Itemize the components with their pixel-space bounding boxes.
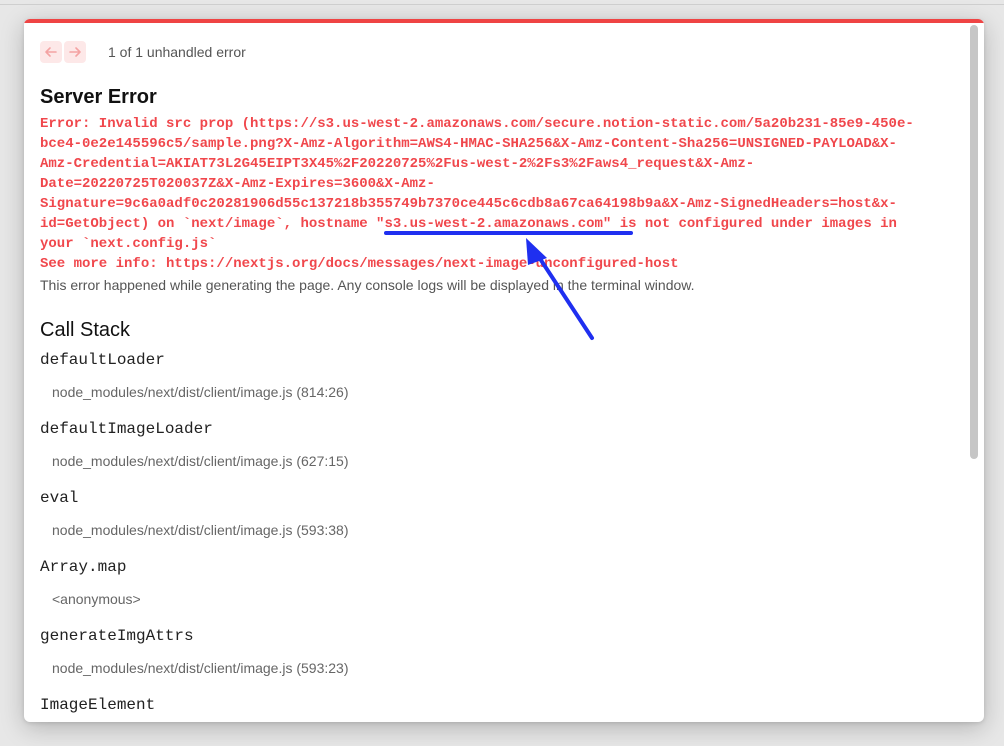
frame-location: node_modules/next/dist/client/image.js (… [52, 660, 349, 676]
error-overlay-dialog: 1 of 1 unhandled error Server Error Erro… [24, 19, 984, 722]
stack-frame[interactable]: Array.map <anonymous> [40, 558, 940, 627]
error-line: Signature=9c6a0adf0c20281906d55c137218b3… [40, 196, 897, 212]
error-line: your `next.config.js` [40, 236, 217, 252]
stack-frame[interactable]: defaultImageLoader node_modules/next/dis… [40, 420, 940, 489]
error-info-link-line[interactable]: See more info: https://nextjs.org/docs/m… [40, 254, 945, 274]
error-line: bce4-0e2e145596c5/sample.png?X-Amz-Algor… [40, 136, 897, 152]
stack-frame[interactable]: eval node_modules/next/dist/client/image… [40, 489, 940, 558]
stack-frame[interactable]: defaultLoader node_modules/next/dist/cli… [40, 351, 940, 420]
frame-function-name: generateImgAttrs [40, 627, 194, 645]
error-line: id=GetObject) on `next/image`, hostname … [40, 216, 897, 232]
window-top-edge [0, 4, 1004, 5]
next-error-button[interactable] [64, 41, 86, 63]
frame-location: <anonymous> [52, 591, 141, 607]
arrow-right-icon [69, 47, 81, 57]
error-message: Error: Invalid src prop (https://s3.us-w… [40, 114, 945, 274]
arrow-left-icon [45, 47, 57, 57]
error-count-label: 1 of 1 unhandled error [108, 44, 246, 60]
frame-function-name: defaultLoader [40, 351, 165, 369]
frame-function-name: defaultImageLoader [40, 420, 213, 438]
frame-function-name: Array.map [40, 558, 127, 576]
frame-location: node_modules/next/dist/client/image.js (… [52, 384, 349, 400]
stack-frame[interactable]: ImageElement [40, 696, 940, 722]
error-line: Error: Invalid src prop (https://s3.us-w… [40, 116, 914, 132]
previous-error-button[interactable] [40, 41, 62, 63]
error-overlay-content: 1 of 1 unhandled error Server Error Erro… [40, 23, 950, 722]
call-stack-title: Call Stack [40, 319, 131, 341]
call-stack-list: defaultLoader node_modules/next/dist/cli… [40, 351, 940, 722]
frame-function-name: eval [40, 489, 79, 507]
stack-frame[interactable]: generateImgAttrs node_modules/next/dist/… [40, 627, 940, 696]
frame-function-name: ImageElement [40, 696, 156, 714]
error-note: This error happened while generating the… [40, 277, 695, 293]
error-line: Date=20220725T020037Z&X-Amz-Expires=3600… [40, 176, 435, 192]
error-line: Amz-Credential=AKIAT73L2G45EIPT3X45%2F20… [40, 156, 755, 172]
frame-location: node_modules/next/dist/client/image.js (… [52, 453, 349, 469]
frame-location: node_modules/next/dist/client/image.js (… [52, 522, 349, 538]
page-title: Server Error [40, 86, 157, 108]
scrollbar-thumb[interactable] [970, 25, 978, 459]
error-pagination: 1 of 1 unhandled error [40, 40, 246, 64]
